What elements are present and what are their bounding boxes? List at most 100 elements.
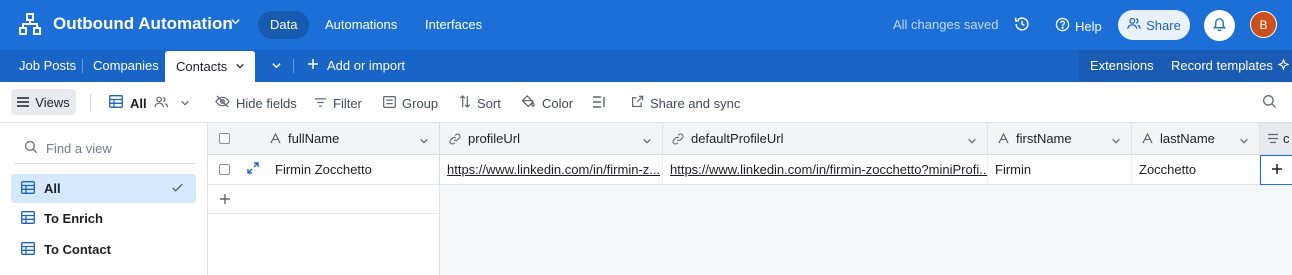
people-icon — [1127, 17, 1141, 33]
column-header-partial[interactable]: c — [1260, 123, 1292, 155]
tab-contacts[interactable]: Contacts — [165, 51, 255, 82]
search-icon[interactable] — [1262, 94, 1277, 112]
notifications-button[interactable] — [1204, 10, 1235, 41]
share-label: Share — [1146, 17, 1181, 33]
nav-data[interactable]: Data — [258, 11, 310, 39]
row-checkbox[interactable] — [219, 164, 230, 175]
table-tab-bar: Job Posts Companies Contacts Add or impo… — [0, 50, 1292, 82]
column-label: profileUrl — [468, 131, 521, 146]
chevron-down-icon[interactable] — [642, 134, 652, 149]
grid-icon — [21, 210, 35, 227]
filter-button[interactable]: Filter — [314, 94, 362, 112]
formula-icon — [1266, 133, 1280, 144]
row-height-icon — [592, 95, 606, 111]
extensions-button[interactable]: Extensions — [1090, 50, 1154, 82]
toolbar-divider — [90, 94, 91, 111]
nav-automations[interactable]: Automations — [313, 11, 409, 39]
column-label: c — [1283, 131, 1290, 146]
view-name: To Contact — [44, 242, 111, 257]
nav-interfaces[interactable]: Interfaces — [413, 11, 494, 39]
sidebar-view-to-enrich[interactable]: To Enrich — [11, 204, 196, 233]
cell-fullname: Firmin Zocchetto — [275, 162, 372, 177]
plus-icon — [307, 50, 319, 82]
link-icon — [448, 133, 462, 145]
add-or-import-label: Add or import — [327, 58, 406, 73]
text-field-icon — [1140, 133, 1154, 144]
sort-button[interactable]: Sort — [459, 94, 501, 112]
color-button[interactable]: Color — [521, 94, 573, 112]
tab-divider — [293, 59, 294, 73]
column-header-lastname[interactable]: lastName — [1132, 123, 1260, 155]
record-templates-button[interactable]: Record templates — [1171, 50, 1290, 82]
plus-icon — [1271, 163, 1283, 178]
tab-divider — [82, 59, 83, 73]
view-name: All — [44, 181, 61, 196]
view-switcher[interactable]: All — [109, 94, 190, 112]
text-field-icon — [996, 133, 1010, 144]
sort-label: Sort — [477, 95, 501, 111]
tab-job-posts[interactable]: Job Posts — [11, 50, 84, 82]
sidebar-view-to-contact[interactable]: To Contact — [11, 235, 196, 264]
help-icon — [1055, 17, 1070, 35]
add-record-row[interactable] — [208, 185, 440, 214]
base-name[interactable]: Outbound Automation — [53, 14, 233, 34]
checkmark-icon — [171, 181, 184, 197]
chevron-down-icon[interactable] — [230, 16, 241, 30]
group-button[interactable]: Group — [383, 94, 438, 112]
expand-record-icon[interactable] — [247, 162, 259, 177]
chevron-down-icon[interactable] — [1239, 134, 1249, 149]
help-label: Help — [1075, 18, 1102, 34]
cell-firstname[interactable]: Firmin — [988, 155, 1132, 185]
record-templates-label: Record templates — [1171, 58, 1273, 73]
share-and-sync-label: Share and sync — [650, 95, 741, 111]
share-button[interactable]: Share — [1118, 10, 1190, 40]
chevron-down-icon[interactable] — [419, 134, 429, 149]
select-all-checkbox[interactable] — [219, 133, 230, 144]
view-toolbar: Views All Hide fields Filter Group Sort … — [0, 82, 1292, 123]
history-icon[interactable] — [1013, 15, 1031, 33]
view-name: To Enrich — [44, 211, 103, 226]
plus-icon — [219, 193, 231, 208]
column-label: lastName — [1160, 131, 1215, 146]
hamburger-icon — [17, 95, 30, 110]
save-status: All changes saved — [893, 17, 999, 32]
add-or-import-button[interactable]: Add or import — [299, 50, 413, 82]
sparkle-icon — [1277, 50, 1290, 82]
chevron-down-icon — [180, 96, 190, 111]
tab-contacts-label: Contacts — [176, 58, 228, 74]
text-field-icon — [268, 133, 282, 144]
chevron-down-icon[interactable] — [967, 134, 977, 149]
avatar[interactable]: B — [1250, 11, 1277, 38]
collaborators-icon — [154, 96, 169, 111]
cell-profileurl[interactable]: https://www.linkedin.com/in/firmin-z... — [440, 155, 663, 185]
filter-icon — [314, 96, 327, 111]
paint-bucket-icon — [521, 94, 536, 112]
add-field-button[interactable] — [1260, 155, 1292, 185]
column-header-fullname[interactable]: fullName — [260, 123, 440, 155]
table-row[interactable]: Firmin Zocchetto — [208, 155, 440, 185]
find-view-placeholder: Find a view — [46, 141, 112, 156]
base-hierarchy-icon[interactable] — [18, 12, 42, 36]
search-icon — [24, 140, 38, 157]
all-tables-chevron-icon[interactable] — [263, 50, 287, 82]
eye-slash-icon — [215, 95, 230, 111]
hide-fields-button[interactable]: Hide fields — [215, 94, 297, 112]
tab-companies[interactable]: Companies — [85, 50, 167, 82]
column-header-defaultprofileurl[interactable]: defaultProfileUrl — [663, 123, 988, 155]
share-and-sync-button[interactable]: Share and sync — [631, 94, 740, 112]
chevron-down-icon[interactable] — [1111, 134, 1121, 149]
row-height-button[interactable] — [592, 94, 606, 112]
filter-label: Filter — [333, 95, 362, 111]
column-label: fullName — [288, 131, 340, 146]
find-view-input[interactable]: Find a view — [24, 140, 112, 157]
views-sidebar: Find a view All To Enrich To Contact — [0, 123, 208, 275]
cell-defaultprofileurl[interactable]: https://www.linkedin.com/in/firmin-zocch… — [663, 155, 988, 185]
cell-lastname[interactable]: Zocchetto — [1132, 155, 1260, 185]
chevron-down-icon[interactable] — [235, 52, 245, 82]
sidebar-view-all[interactable]: All — [11, 174, 196, 203]
column-header-firstname[interactable]: firstName — [988, 123, 1132, 155]
help-button[interactable]: Help — [1055, 17, 1102, 35]
column-header-profileurl[interactable]: profileUrl — [440, 123, 663, 155]
column-label: defaultProfileUrl — [691, 131, 784, 146]
views-toggle-button[interactable]: Views — [11, 89, 76, 115]
